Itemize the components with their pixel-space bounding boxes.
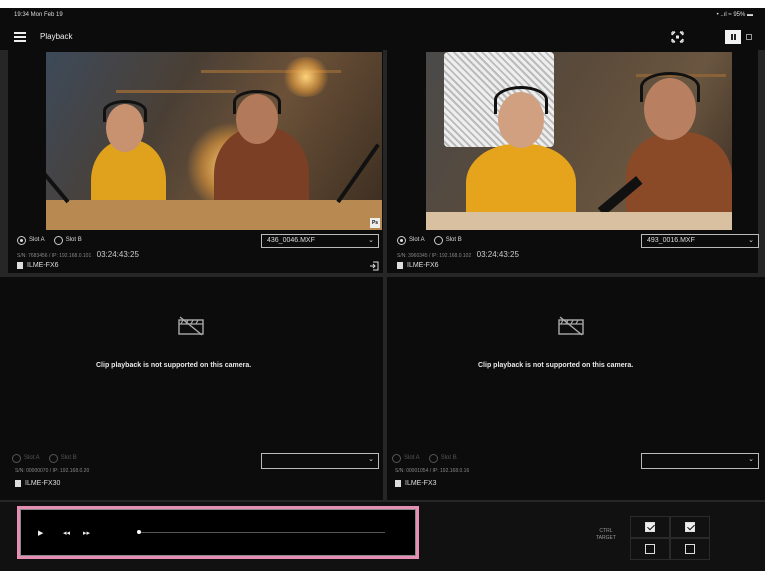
camera-2-clip-name: 493_0016.MXF [647, 237, 695, 244]
camera-4-slot-b-label: Slot B [440, 455, 457, 461]
camera-icon [397, 262, 403, 269]
camera-1-model-label: ILME-FX6 [27, 262, 59, 269]
ctrl-target-cell [670, 538, 710, 560]
export-icon[interactable] [369, 261, 379, 271]
grid-layout-icon[interactable] [725, 30, 741, 44]
camera-1-slot-selector: Slot A Slot B [17, 234, 91, 246]
camera-2-preview[interactable] [426, 52, 732, 230]
ctrl-target-label-line1: CTRL [599, 528, 613, 534]
panel-divider-horizontal [0, 273, 765, 277]
chevron-down-icon: ⌄ [368, 456, 374, 463]
camera-3-model-label: ILME-FX30 [25, 480, 61, 487]
camera-4-slot-a-label: Slot A [404, 455, 420, 461]
camera-4-slot-selector: Slot A Slot B [392, 452, 466, 464]
camera-2-slot-selector: Slot A Slot B [397, 234, 471, 246]
camera-3-info: S/N: 00000070 / IP: 192.168.0.20 [15, 468, 89, 474]
camera-1-info: S/N: 7683456 / IP: 192.168.0.101 03:24:4… [17, 250, 139, 259]
ctrl-target-checkbox-3[interactable] [645, 544, 655, 554]
camera-2-timecode: 03:24:43:25 [476, 250, 519, 259]
right-border [758, 50, 765, 273]
camera-icon [395, 480, 401, 487]
camera-3-slot-a-label: Slot A [24, 455, 40, 461]
hamburger-icon[interactable] [14, 32, 26, 42]
camera-4-model: ILME-FX3 [395, 480, 437, 487]
camera-3-model: ILME-FX30 [15, 480, 60, 487]
page-title: Playback [40, 32, 73, 41]
camera-2-clip-dropdown[interactable]: 493_0016.MXF ⌄ [641, 234, 759, 248]
camera-4-unsupported-message: Clip playback is not supported on this c… [478, 362, 634, 369]
camera-icon [15, 480, 21, 487]
camera-1-slot-a-label: Slot A [29, 237, 45, 243]
camera-1-slot-a-radio[interactable] [17, 235, 26, 245]
playback-transport-panel: ▶ ◂◂ ▸▸ [17, 506, 419, 559]
camera-2-info: S/N: 3960345 / IP: 192.168.0.102 03:24:4… [397, 250, 519, 259]
camera-2-slot-b-label: Slot B [445, 237, 462, 243]
ctrl-target-checkbox-4[interactable] [685, 544, 695, 554]
camera-3-unsupported-message: Clip playback is not supported on this c… [96, 362, 252, 369]
camera-2-model-label: ILME-FX6 [407, 262, 439, 269]
camera-4-info: S/N: 00001054 / IP: 192.168.0.16 [395, 468, 469, 474]
camera-4-slot-a-radio [392, 453, 401, 463]
clip-unavailable-icon [178, 316, 204, 336]
previous-frame-button[interactable]: ◂◂ [63, 529, 70, 537]
ctrl-target-label-line2: TARGET [596, 535, 616, 541]
ctrl-target-cell [670, 516, 710, 538]
ctrl-target-grid [630, 516, 710, 560]
next-frame-button[interactable]: ▸▸ [83, 529, 90, 537]
camera-3-slot-b-label: Slot B [60, 455, 77, 461]
camera-2-model: ILME-FX6 [397, 262, 439, 269]
camera-1-network: S/N: 7683456 / IP: 192.168.0.101 [17, 253, 92, 259]
camera-3-clip-dropdown[interactable]: ⌄ [261, 453, 379, 469]
ctrl-target-label: CTRL TARGET [596, 528, 616, 542]
proxy-badge: Ps [370, 218, 380, 228]
app-screen: 19:34 Mon Feb 19 • ..ıl ≈ 95% ▬ Playback [0, 8, 765, 571]
camera-3-network: S/N: 00000070 / IP: 192.168.0.20 [15, 468, 90, 474]
camera-1-slot-b-radio[interactable] [53, 235, 63, 245]
ctrl-target-checkbox-2[interactable] [685, 522, 695, 532]
chevron-down-icon: ⌄ [748, 456, 754, 463]
camera-3-slot-selector: Slot A Slot B [12, 452, 86, 464]
status-bar: 19:34 Mon Feb 19 • ..ıl ≈ 95% ▬ [0, 8, 765, 24]
camera-4-model-label: ILME-FX3 [405, 480, 437, 487]
seek-bar[interactable] [138, 532, 385, 533]
seek-thumb[interactable] [137, 530, 141, 534]
layout-toggle[interactable] [725, 30, 757, 44]
single-layout-icon[interactable] [741, 30, 757, 44]
camera-1-preview[interactable]: Ps [46, 52, 382, 230]
camera-1-model: ILME-FX6 [17, 262, 59, 269]
fullscreen-icon[interactable] [671, 31, 684, 43]
camera-1-clip-name: 436_0046.MXF [267, 237, 315, 244]
camera-4-network: S/N: 00001054 / IP: 192.168.0.16 [395, 468, 470, 474]
app-header: Playback [0, 24, 765, 50]
chevron-down-icon: ⌄ [748, 237, 754, 244]
status-indicators: • ..ıl ≈ 95% ▬ [716, 12, 753, 18]
clip-unavailable-icon [558, 316, 584, 336]
left-border [0, 50, 8, 273]
camera-4-slot-b-radio [428, 453, 438, 463]
ctrl-target-cell [630, 538, 670, 560]
camera-3-slot-a-radio [12, 453, 21, 463]
camera-icon [17, 262, 23, 269]
camera-2-slot-a-label: Slot A [409, 237, 425, 243]
camera-2-network: S/N: 3960345 / IP: 192.168.0.102 [397, 253, 472, 259]
chevron-down-icon: ⌄ [368, 237, 374, 244]
camera-2-slot-a-radio[interactable] [397, 235, 406, 245]
status-time: 19:34 Mon Feb 19 [14, 12, 63, 18]
play-button[interactable]: ▶ [38, 529, 43, 537]
camera-1-clip-dropdown[interactable]: 436_0046.MXF ⌄ [261, 234, 379, 248]
ctrl-target-cell [630, 516, 670, 538]
camera-1-slot-b-label: Slot B [65, 237, 82, 243]
ctrl-target-checkbox-1[interactable] [645, 522, 655, 532]
camera-2-slot-b-radio[interactable] [433, 235, 443, 245]
camera-4-clip-dropdown[interactable]: ⌄ [641, 453, 759, 469]
camera-3-slot-b-radio [48, 453, 58, 463]
camera-1-timecode: 03:24:43:25 [96, 250, 139, 259]
